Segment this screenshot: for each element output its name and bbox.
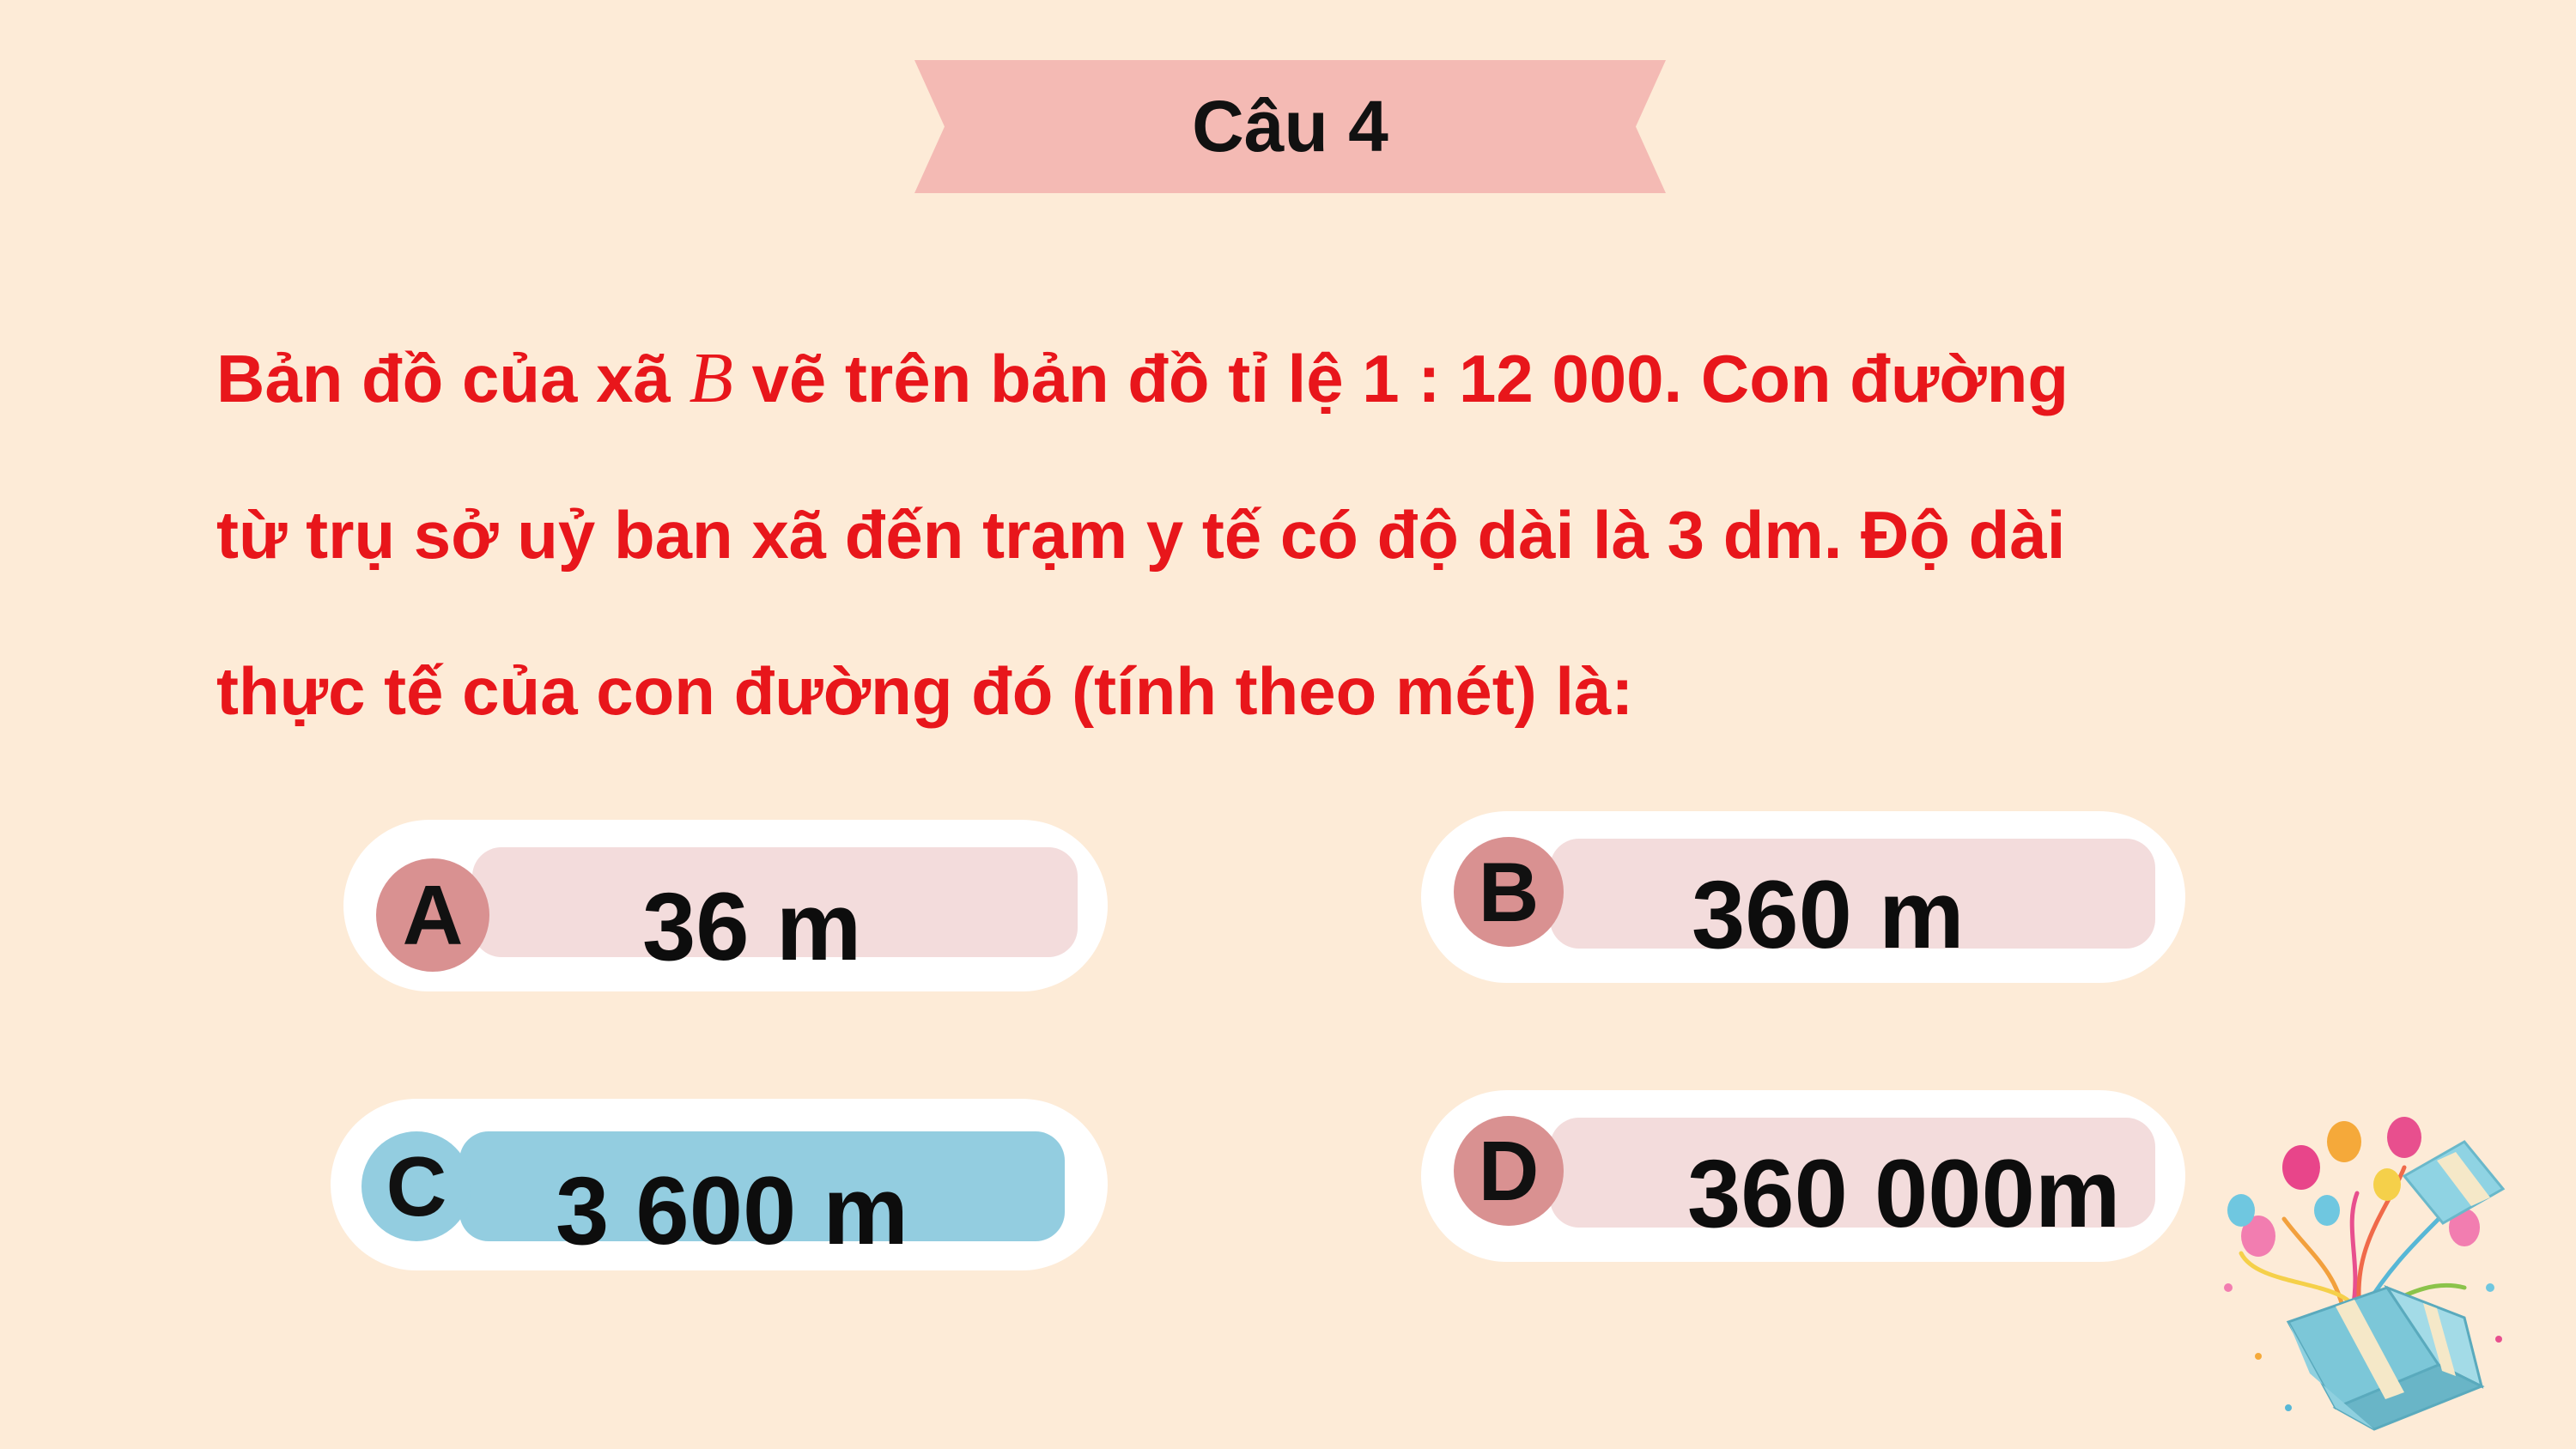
answer-option-a-text: 36 m: [642, 873, 862, 980]
question-line-1-end: vẽ trên bản đồ tỉ lệ 1 : 12 000. Con đườ…: [732, 341, 2069, 416]
commune-variable: B: [689, 338, 733, 418]
answer-option-c-letter: C: [361, 1131, 471, 1241]
question-line-2: từ trụ sở uỷ ban xã đến trạm y tế có độ …: [216, 497, 2066, 573]
answer-option-d-letter: D: [1454, 1116, 1564, 1226]
question-number-title: Câu 4: [1192, 86, 1388, 167]
gift-box-balloons-icon: [2224, 1117, 2506, 1431]
question-line-1: Bản đồ của xã B vẽ trên bản đồ tỉ lệ 1 :…: [216, 300, 2346, 457]
question-text: Bản đồ của xã B vẽ trên bản đồ tỉ lệ 1 :…: [216, 300, 2346, 769]
answer-option-c[interactable]: C 3 600 m: [331, 1099, 1108, 1270]
question-line-3: thực tế của con đường đó (tính theo mét)…: [216, 653, 1634, 729]
question-line-1-start: Bản đồ của xã: [216, 341, 690, 416]
answer-option-a[interactable]: A 36 m: [343, 820, 1108, 991]
answer-option-b-text: 360 m: [1692, 861, 1965, 968]
answer-option-b-letter: B: [1454, 837, 1564, 947]
answer-option-d-text: 360 000m: [1687, 1140, 2121, 1247]
answer-option-d[interactable]: D 360 000m: [1421, 1090, 2185, 1262]
answer-option-c-text: 3 600 m: [556, 1157, 908, 1264]
answer-option-a-letter: A: [376, 858, 489, 972]
question-number-banner: Câu 4: [914, 60, 1666, 193]
answer-option-b[interactable]: B 360 m: [1421, 811, 2185, 983]
